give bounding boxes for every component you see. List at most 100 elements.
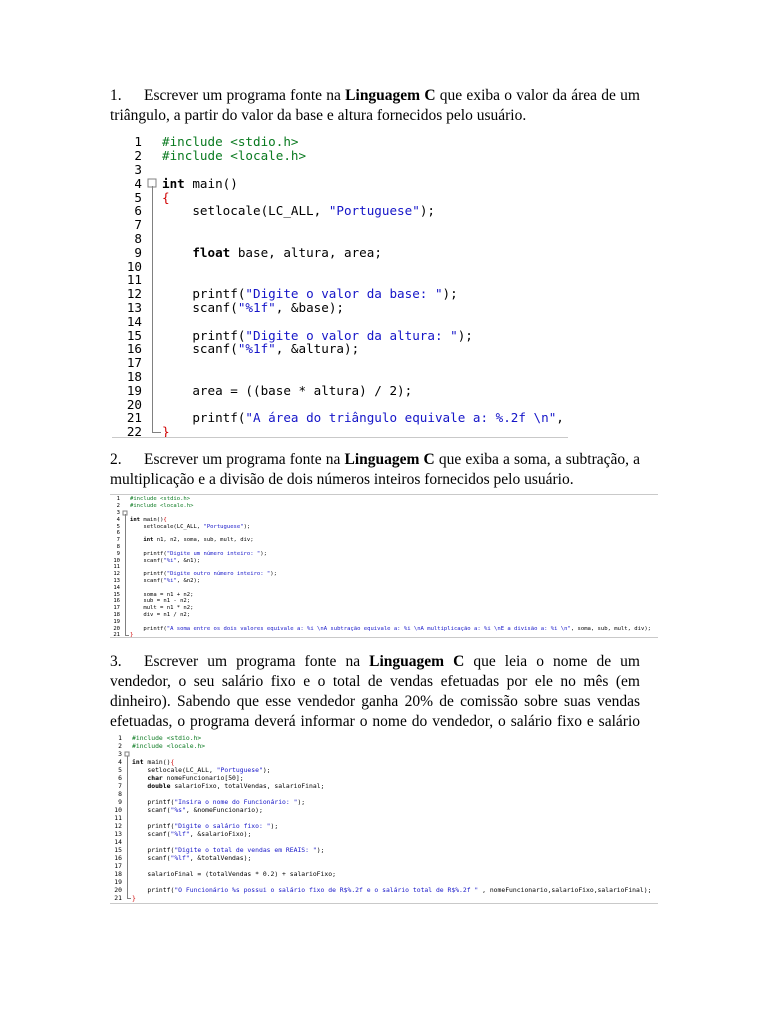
code-line: 12 printf("Digite o salário fixo: "); <box>110 822 658 830</box>
line-number: 4 <box>134 175 142 191</box>
code-text: int main() <box>162 175 238 191</box>
line-number: 3 <box>116 509 120 516</box>
code-text: char nomeFuncionario[50]; <box>147 774 244 782</box>
fold-guide <box>122 774 132 782</box>
gutter <box>142 135 162 149</box>
exercise-1-code-block: 1 #include <stdio.h> 2 #include <locale.h> 3… <box>112 132 568 438</box>
fold-guide <box>142 245 162 260</box>
fold-guide <box>120 584 130 592</box>
code-text: scanf("%1f", &altura); <box>162 341 360 357</box>
fold-guide <box>120 577 130 585</box>
code-text: double salarioFixo, totalVendas, salario… <box>147 782 325 790</box>
code-text: printf("Digite o valor da base: "); <box>162 286 458 302</box>
code-line: 9 printf("Digite um número inteiro: "); <box>110 550 658 558</box>
line-number: 6 <box>116 530 120 537</box>
fold-guide <box>120 618 130 626</box>
fold-guide <box>142 383 162 398</box>
code-line: 2 #include <locale.h> <box>112 148 568 164</box>
fold-guide <box>120 557 130 564</box>
code-line: 21} <box>110 894 658 902</box>
line-number: 4 <box>118 758 122 766</box>
code-line: 6 setlocale(LC_ALL, "Portuguese"); <box>112 203 568 218</box>
code-line: 9 printf("Insira o nome do Funcionário: … <box>110 798 658 806</box>
gutter <box>122 734 132 742</box>
line-number: 2 <box>118 742 122 750</box>
code-text: scanf("%i", &n2); <box>130 577 201 584</box>
line-number: 1 <box>116 496 120 503</box>
fold-guide <box>142 286 162 301</box>
code-line: 17 <box>110 862 658 870</box>
fold-guide <box>142 231 162 246</box>
code-text: printf("Digite outro número inteiro: "); <box>130 571 277 578</box>
line-number: 12 <box>126 286 142 302</box>
gutter <box>142 149 162 163</box>
fold-guide <box>120 523 130 530</box>
fold-collapse-icon[interactable] <box>142 176 162 191</box>
code-line: 13 scanf("%i", &n2); <box>110 577 658 585</box>
code-line: 18 salarioFinal = (totalVendas * 0.2) + … <box>110 870 658 878</box>
fold-guide <box>122 854 132 862</box>
fold-guide <box>120 550 130 558</box>
line-number: 20 <box>126 396 142 412</box>
code-text: #include <locale.h> <box>162 148 307 164</box>
code-line: 8 <box>110 543 658 551</box>
code-line: 4 int main(){ <box>110 516 658 524</box>
code-text: soma = n1 + n2; <box>130 591 194 598</box>
fold-guide <box>142 190 162 204</box>
exercise-3-code-block: 1 #include <stdio.h> 2 #include <locale.h> 3… <box>110 732 658 904</box>
line-number: 17 <box>126 355 142 371</box>
fold-collapse-icon[interactable] <box>122 750 132 758</box>
code-line: 6 char nomeFuncionario[50]; <box>110 774 658 782</box>
fold-guide <box>142 397 162 411</box>
line-number: 18 <box>114 870 122 878</box>
code-text: float base, altura, area; <box>192 244 382 260</box>
code-line: 15 printf("Digite o valor da altura: "); <box>112 327 568 343</box>
code-line: 12 printf("Digite o valor da base: "); <box>112 286 568 302</box>
code-line: 13 scanf("%1f", &base); <box>112 299 568 315</box>
fold-guide <box>122 822 132 830</box>
fold-guide <box>142 259 162 273</box>
code-line: 6 <box>110 529 658 537</box>
code-text: area = ((base * altura) / 2); <box>162 382 413 398</box>
line-number: 11 <box>126 272 142 288</box>
line-number: 3 <box>134 162 142 177</box>
fold-guide <box>122 758 132 766</box>
code-text: printf("A área do triângulo equivale a: … <box>162 410 564 426</box>
code-line: 7 int n1, n2, soma, sub, mult, div; <box>110 536 658 544</box>
line-number: 9 <box>134 244 142 260</box>
code-line: 1 #include <stdio.h> <box>110 496 658 503</box>
line-number: 7 <box>116 537 120 544</box>
code-text: printf("Digite o valor da altura: "); <box>162 327 473 343</box>
code-line: 14 <box>110 584 658 592</box>
fold-collapse-icon[interactable] <box>120 510 130 517</box>
code-text: printf("Insira o nome do Funcionário: ")… <box>132 798 306 806</box>
fold-guide <box>122 870 132 878</box>
line-number: 17 <box>113 605 120 612</box>
code-line: 15 printf("Digite o total de vendas em R… <box>110 846 658 854</box>
line-number: 16 <box>114 854 122 862</box>
line-number: 13 <box>126 299 142 315</box>
exercise-2-bold: Linguagem C <box>344 451 435 468</box>
code-line: 19 <box>110 618 658 626</box>
code-line: 21 printf("A área do triângulo equivale … <box>112 410 568 426</box>
code-line: 10 <box>112 259 568 274</box>
line-number: 12 <box>113 571 120 578</box>
code-line: 17 mult = n1 * n2; <box>110 604 658 612</box>
line-number: 14 <box>114 838 122 846</box>
code-line: 10 scanf("%s", &nomeFuncionario); <box>110 806 658 814</box>
line-number: 21 <box>114 894 122 902</box>
code-text: scanf("%lf", &salarioFixo); <box>132 830 252 838</box>
line-number: 19 <box>114 878 122 886</box>
line-number: 2 <box>134 148 142 164</box>
code-text: div = n1 / n2; <box>130 611 191 618</box>
line-number: 17 <box>114 862 122 870</box>
fold-guide <box>122 782 132 790</box>
fold-guide <box>120 591 130 598</box>
code-text: #include <locale.h> <box>132 742 206 750</box>
exercise-2-code-block: 1 #include <stdio.h> 2 #include <locale.h> 3… <box>110 494 658 638</box>
code-line: 18 <box>112 369 568 384</box>
code-line: 4 int main() <box>112 175 568 191</box>
code-line: 7 <box>112 217 568 232</box>
code-line: 18 div = n1 / n2; <box>110 611 658 619</box>
gutter <box>120 496 130 503</box>
